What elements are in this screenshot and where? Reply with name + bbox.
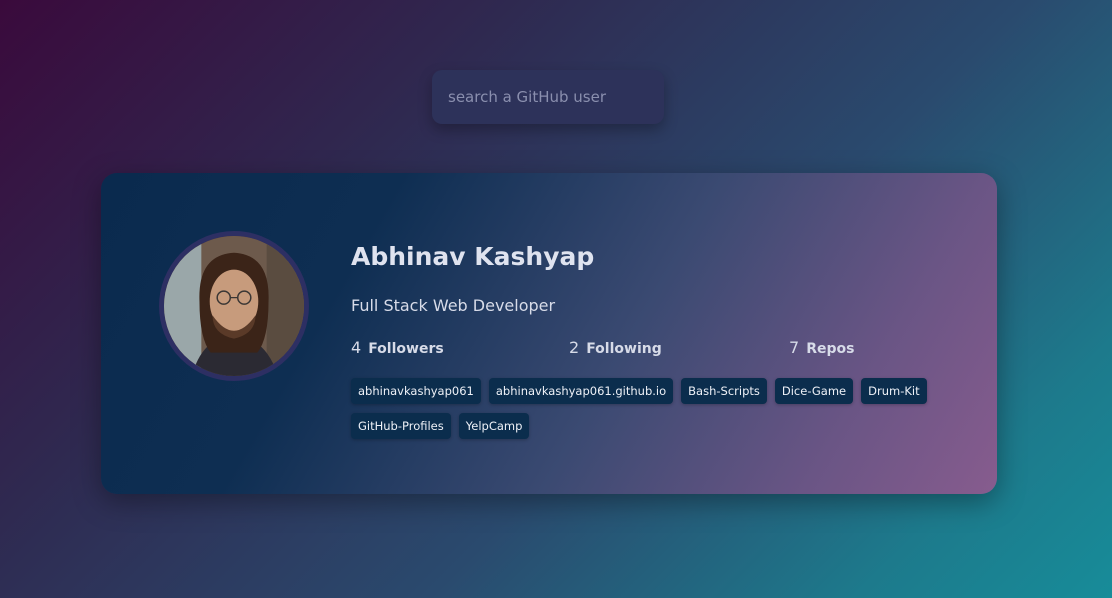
repos-stat: 7 Repos xyxy=(789,338,854,357)
avatar xyxy=(159,231,309,381)
repo-link[interactable]: abhinavkashyap061 xyxy=(351,378,481,404)
repo-link[interactable]: Bash-Scripts xyxy=(681,378,767,404)
repo-link[interactable]: abhinavkashyap061.github.io xyxy=(488,378,674,404)
repos-label: Repos xyxy=(806,341,855,357)
search-input[interactable] xyxy=(432,70,664,124)
following-count: 2 xyxy=(569,338,580,357)
repo-link[interactable]: GitHub-Profiles xyxy=(351,413,451,439)
repo-link[interactable]: Dice-Game xyxy=(774,378,854,404)
repos-count: 7 xyxy=(789,338,800,357)
followers-label: Followers xyxy=(368,341,444,357)
following-label: Following xyxy=(586,341,662,357)
repo-link[interactable]: YelpCamp xyxy=(458,413,530,439)
avatar-image xyxy=(164,236,304,376)
repo-list: abhinavkashyap061 abhinavkashyap061.gith… xyxy=(351,378,971,439)
followers-count: 4 xyxy=(351,338,362,357)
following-stat: 2 Following xyxy=(569,338,662,357)
profile-name: Abhinav Kashyap xyxy=(351,242,595,271)
followers-stat: 4 Followers xyxy=(351,338,444,357)
repo-link[interactable]: Drum-Kit xyxy=(861,378,927,404)
profile-card: Abhinav Kashyap Full Stack Web Developer… xyxy=(101,173,997,494)
profile-bio: Full Stack Web Developer xyxy=(351,296,556,315)
